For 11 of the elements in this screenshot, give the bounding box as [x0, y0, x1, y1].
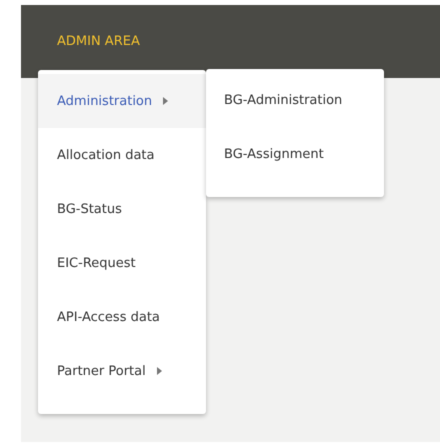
- menu-item[interactable]: Allocation data: [38, 128, 206, 182]
- menu-item[interactable]: Administration: [38, 74, 206, 128]
- caret-icon: [156, 367, 162, 375]
- menu-item[interactable]: BG-Status: [38, 182, 206, 236]
- menu-item[interactable]: Partner Portal: [38, 344, 206, 398]
- submenu-item[interactable]: BG-Administration: [206, 73, 384, 127]
- menu-item[interactable]: EIC-Request: [38, 236, 206, 290]
- admin-area-title: ADMIN AREA: [57, 34, 140, 49]
- caret-icon: [163, 97, 168, 105]
- menu-item[interactable]: API-Access data: [38, 290, 206, 344]
- submenu-item[interactable]: BG-Assignment: [206, 127, 384, 181]
